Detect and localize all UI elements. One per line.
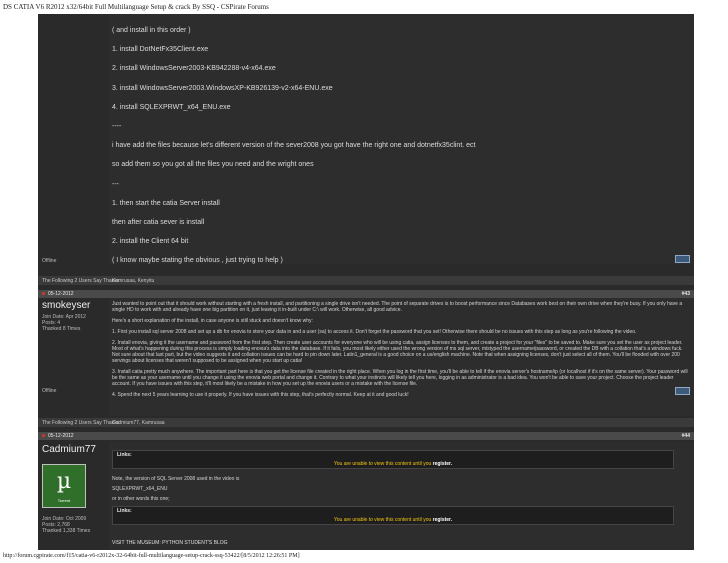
page-title-bar: DS CATIA V6 R2012 x32/64bit Full Multila… — [3, 3, 269, 11]
thanks-row: The Following 2 Users Say Thanks Kamrusa… — [38, 276, 694, 285]
locked-message: You are unable to view this content unti… — [113, 461, 673, 467]
thanked-count: Thanked 1,338 Times — [42, 528, 91, 534]
thanks-label: The Following 2 Users Say Thanks — [42, 420, 120, 426]
user-status: Offline — [42, 258, 57, 264]
post-continuation: Offline ( and install in this order ) 1.… — [38, 14, 694, 283]
register-link[interactable]: register. — [433, 517, 452, 523]
thanks-users[interactable]: Kamrusaa, Kenyitu — [112, 278, 154, 284]
post-paragraph: Just wanted to point out that it should … — [112, 301, 683, 313]
thanks-users[interactable]: Cadmium77, Kamrusaa — [112, 420, 165, 426]
post-paragraph: 4. Spend the next 5 years learning to us… — [112, 392, 409, 398]
thanks-row: The Following 2 Users Say Thanks Cadmium… — [38, 418, 694, 427]
links-label: Links: — [117, 508, 132, 514]
post: Cadmium77 µ Torrent Join Date: Oct 2009 … — [38, 442, 694, 550]
post-line: Note, the version of SQL Server 2008 use… — [112, 476, 240, 482]
locked-links-box: Links: You are unable to view this conte… — [112, 506, 674, 525]
utorrent-logo-icon: µ — [56, 469, 72, 494]
locked-links-box: Links: You are unable to view this conte… — [112, 450, 674, 469]
locked-text: You are unable to view this content unti… — [333, 517, 432, 523]
post-line: 1. then start the catia Server install — [112, 199, 220, 207]
post-line: so add them so you got all the files you… — [112, 161, 314, 169]
post-line: 2. install the Client 64 bit — [112, 238, 189, 246]
post-line: 2. install WindowsServer2003-KB942288-v4… — [112, 65, 276, 73]
post-line: ---- — [112, 122, 122, 130]
post-body: ( and install in this order ) 1. install… — [112, 26, 682, 295]
post-line: i have add the files because let's diffe… — [112, 142, 476, 150]
post-line: or in other words this one; — [112, 496, 170, 502]
user-status: Offline — [42, 388, 57, 394]
user-column: Cadmium77 µ Torrent Join Date: Oct 2009 … — [38, 442, 109, 550]
thanked-count: Thanked 8 Times — [42, 326, 81, 332]
user-column: Offline — [38, 14, 109, 264]
post-line: ( I know maybe stating the obvious , jus… — [112, 257, 283, 265]
quote-button[interactable] — [675, 387, 690, 395]
post-line: 1. install DotNetFx35Client.exe — [112, 46, 209, 54]
avatar: µ Torrent — [42, 464, 86, 508]
post-number[interactable]: #43 — [682, 291, 690, 297]
post-date: 05-12-2012 — [48, 291, 74, 297]
post-header: 05-12-2012 #44 — [38, 432, 694, 440]
post-paragraph: 1. First you install sql server 2008 and… — [112, 329, 637, 335]
post-date: 05-12-2012 — [48, 433, 74, 439]
register-link[interactable]: register. — [433, 461, 452, 467]
post: smokeyser Join Date: Apr 2012 Posts: 4 T… — [38, 298, 694, 416]
post-line: --- — [112, 180, 119, 188]
username[interactable]: Cadmium77 — [42, 444, 96, 455]
avatar-caption: Torrent — [57, 498, 71, 503]
quote-button[interactable] — [675, 255, 690, 263]
locked-message: You are unable to view this content unti… — [113, 517, 673, 523]
signature-link[interactable]: VISIT THE MUSEUM: PYTHON STUDENT'S BLOG — [112, 540, 228, 546]
page-url-bar: http://forum.cgpirate.com/f15/catia-v6-r… — [3, 553, 300, 559]
username[interactable]: smokeyser — [42, 300, 90, 311]
user-column: smokeyser Join Date: Apr 2012 Posts: 4 T… — [38, 298, 109, 416]
post-body: Just wanted to point out that it should … — [112, 301, 688, 403]
links-label: Links: — [117, 452, 132, 458]
forum-thread: Offline ( and install in this order ) 1.… — [38, 14, 694, 550]
post-icon — [42, 292, 45, 295]
post-paragraph: 2. Install enovia, giving it the usernam… — [112, 340, 683, 364]
locked-text: You are unable to view this content unti… — [333, 461, 432, 467]
post-icon — [42, 434, 45, 437]
post-line: 4. install SQLEXPRWT_x64_ENU.exe — [112, 103, 231, 111]
post-line: SQLEXPRWT_x64_ENU — [112, 486, 168, 492]
user-meta: Join Date: Apr 2012 Posts: 4 Thanked 8 T… — [42, 314, 86, 332]
post-line: then after catia sever is install — [112, 218, 205, 226]
post-header: 05-12-2012 #43 — [38, 290, 694, 298]
thanks-label: The Following 2 Users Say Thanks — [42, 278, 120, 284]
user-meta: Join Date: Oct 2009 Posts: 2,768 Thanked… — [42, 516, 90, 534]
post-line: ( and install in this order ) — [112, 27, 191, 34]
post-number[interactable]: #44 — [682, 433, 690, 439]
post-paragraph: 3. Install catia pretty much anywhere. T… — [112, 369, 688, 387]
post-paragraph: Here's a short explanation of the instal… — [112, 318, 313, 324]
post-line: 3. install WindowsServer2003.WindowsXP-K… — [112, 84, 333, 92]
